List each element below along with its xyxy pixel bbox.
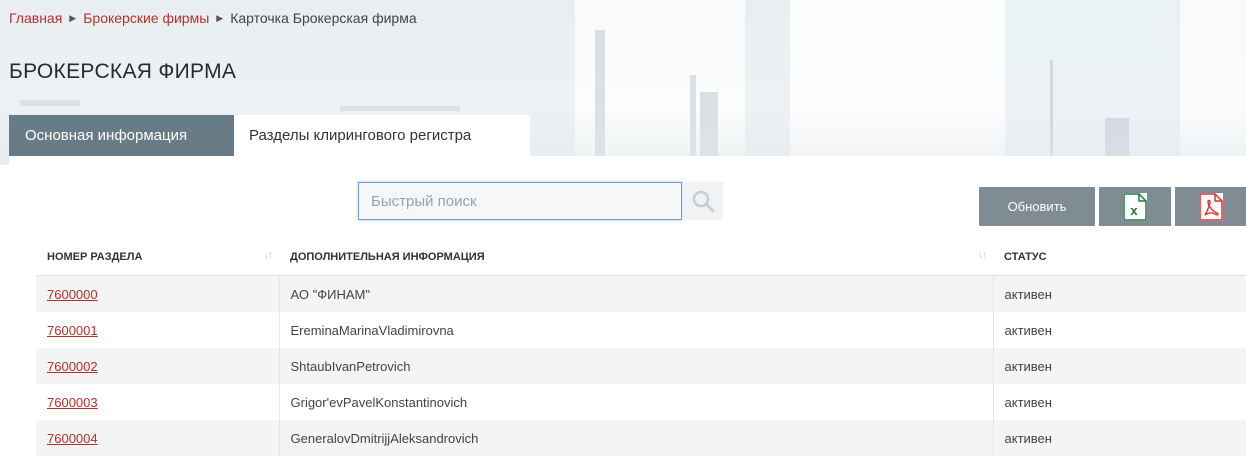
breadcrumb-brokers-link[interactable]: Брокерские фирмы [83,10,209,26]
breadcrumb: Главная ▶ Брокерские фирмы ▶ Карточка Бр… [9,10,417,26]
section-number-cell: 7600001 [36,312,280,348]
section-number-cell: 7600000 [36,275,280,312]
table-header-row: НОМЕР РАЗДЕЛА ↓↑ ДОПОЛНИТЕЛЬНАЯ ИНФОРМАЦ… [36,239,1246,276]
search-icon [692,190,715,213]
svg-text:x: x [1130,203,1138,218]
section-number-link[interactable]: 7600004 [47,431,98,446]
breadcrumb-separator-icon: ▶ [69,12,77,23]
tab-clearing-register-sections[interactable]: Разделы клирингового регистра [234,115,530,156]
section-number-link[interactable]: 7600001 [47,323,98,338]
export-pdf-button[interactable] [1175,187,1246,226]
table-row: 7600001 EreminaMarinaVladimirovna активе… [36,312,1246,348]
additional-info-cell: EreminaMarinaVladimirovna [279,312,994,348]
status-cell: активен [993,275,1246,312]
breadcrumb-separator-icon: ▶ [216,12,224,23]
tab-bar: Основная информация Разделы клирингового… [9,115,530,156]
additional-info-cell: Grigor'evPavelKonstantinovich [279,384,994,420]
section-number-link[interactable]: 7600002 [47,359,98,374]
search-button[interactable] [683,182,723,220]
section-number-cell: 7600002 [36,348,280,384]
status-cell: активен [993,420,1246,456]
refresh-button[interactable]: Обновить [979,187,1095,226]
clearing-register-table: НОМЕР РАЗДЕЛА ↓↑ ДОПОЛНИТЕЛЬНАЯ ИНФОРМАЦ… [36,239,1246,456]
sort-icon[interactable]: ↓↑ [978,249,987,261]
column-header-additional-info[interactable]: ДОПОЛНИТЕЛЬНАЯ ИНФОРМАЦИЯ ↓↑ [279,239,993,276]
table-row: 7600004 GeneralovDmitrijjAleksandrovich … [36,420,1246,456]
status-cell: активен [993,384,1246,420]
table-row: 7600002 ShtaubIvanPetrovich активен [36,348,1246,384]
breadcrumb-home-link[interactable]: Главная [9,10,62,26]
tab-main-info[interactable]: Основная информация [9,115,234,156]
status-cell: активен [993,312,1246,348]
export-excel-button[interactable]: x [1099,187,1171,226]
sort-icon[interactable]: ↓↑ [264,249,273,261]
pdf-icon [1198,192,1223,221]
status-cell: активен [993,348,1246,384]
breadcrumb-current: Карточка Брокерская фирма [230,10,417,26]
page-title: БРОКЕРСКАЯ ФИРМА [9,60,237,83]
section-number-link[interactable]: 7600000 [47,287,98,302]
column-header-status[interactable]: СТАТУС [993,239,1246,276]
additional-info-cell: АО "ФИНАМ" [279,275,994,312]
excel-icon: x [1123,192,1147,221]
column-header-section-number[interactable]: НОМЕР РАЗДЕЛА ↓↑ [36,239,279,276]
section-number-cell: 7600003 [36,384,280,420]
additional-info-cell: ShtaubIvanPetrovich [279,348,994,384]
additional-info-cell: GeneralovDmitrijjAleksandrovich [279,420,994,456]
table-row: 7600000 АО "ФИНАМ" активен [36,275,1246,312]
section-number-cell: 7600004 [36,420,280,456]
quick-search-input[interactable] [358,182,682,220]
section-number-link[interactable]: 7600003 [47,395,98,410]
table-row: 7600003 Grigor'evPavelKonstantinovich ак… [36,384,1246,420]
